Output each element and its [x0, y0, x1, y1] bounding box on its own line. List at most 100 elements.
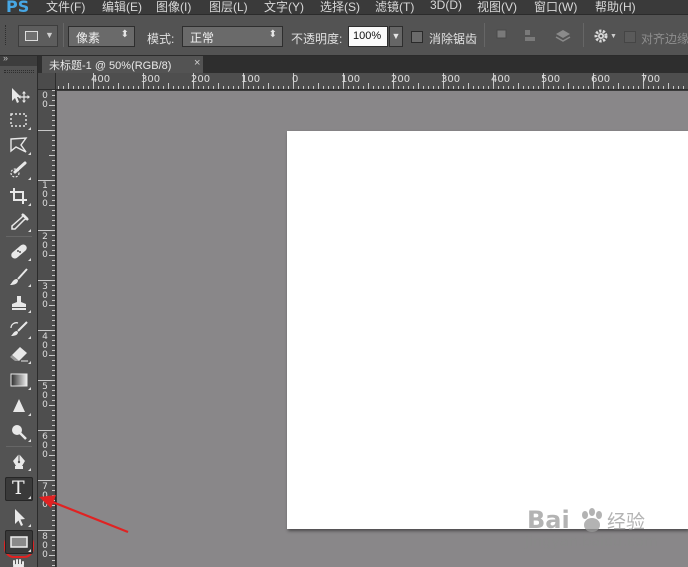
- tool-preset-picker[interactable]: ▼: [18, 25, 58, 47]
- ruler-tick: [248, 86, 249, 89]
- ruler-tick: [103, 86, 104, 89]
- ruler-tick: [308, 86, 309, 89]
- ruler-label: 200: [191, 74, 211, 85]
- ruler-tick: [573, 86, 574, 89]
- menu-filter[interactable]: 滤镜(T): [375, 0, 414, 14]
- ruler-tick: [52, 410, 55, 411]
- ruler-tick: [38, 230, 55, 231]
- clone-stamp-tool[interactable]: [5, 291, 33, 315]
- brush-tool[interactable]: [5, 265, 33, 289]
- tools-panel: » T: [0, 53, 38, 567]
- ruler-tick: [88, 86, 89, 89]
- history-brush-tool[interactable]: [5, 317, 33, 341]
- align-edges-checkbox[interactable]: [624, 31, 636, 43]
- antialias-checkbox[interactable]: [411, 31, 423, 43]
- tool-group-corner-icon: [28, 310, 31, 313]
- ruler-tick: [388, 86, 389, 89]
- ruler-label: 300: [141, 74, 161, 85]
- ruler-tick: [52, 265, 55, 266]
- opacity-dropdown[interactable]: ▼: [389, 26, 403, 47]
- quick-selection-tool[interactable]: [5, 158, 33, 182]
- menu-3d[interactable]: 3D(D): [430, 0, 462, 12]
- ruler-tick: [68, 83, 69, 89]
- ruler-tick: [49, 555, 55, 556]
- ruler-tick: [52, 290, 55, 291]
- gear-icon[interactable]: [592, 27, 610, 45]
- tool-group-corner-icon: [28, 127, 31, 130]
- eyedropper-tool[interactable]: [5, 210, 33, 234]
- ruler-tick: [618, 83, 619, 89]
- horizontal-ruler[interactable]: 400 300 200 100 0 100 200 300 400 500 60…: [56, 73, 688, 90]
- type-t-icon: T: [12, 477, 25, 499]
- close-icon[interactable]: ×: [194, 57, 200, 69]
- menu-image[interactable]: 图像(I): [156, 0, 191, 14]
- ruler-tick: [268, 83, 269, 89]
- ruler-tick: [52, 165, 55, 166]
- antialias-label: 消除锯齿: [429, 32, 478, 46]
- menu-layer[interactable]: 图层(L): [209, 0, 248, 14]
- vertical-ruler[interactable]: 0 0 1 0 0 2 0 0 3 0 0 4 0 0 5 0 0 6 0 0 …: [38, 90, 56, 567]
- ruler-tick: [73, 86, 74, 89]
- ruler-tick: [128, 86, 129, 89]
- menu-type[interactable]: 文字(Y): [264, 0, 304, 14]
- blur-tool[interactable]: [5, 394, 33, 418]
- ruler-tick: [353, 86, 354, 89]
- menu-view[interactable]: 视图(V): [477, 0, 517, 14]
- hand-tool[interactable]: [5, 557, 33, 567]
- ruler-label: 3 0 0: [42, 282, 48, 310]
- ruler-tick: [52, 345, 55, 346]
- opacity-label: 不透明度:: [291, 32, 343, 46]
- document-canvas[interactable]: [287, 131, 688, 529]
- lasso-tool[interactable]: [5, 133, 33, 157]
- ruler-tick: [38, 330, 55, 331]
- menu-file[interactable]: 文件(F): [46, 0, 85, 14]
- pen-tool[interactable]: [5, 449, 33, 473]
- tools-panel-header[interactable]: »: [0, 53, 37, 66]
- document-tab[interactable]: 未标题-1 @ 50%(RGB/8) ×: [42, 56, 203, 73]
- ruler-tick: [38, 530, 55, 531]
- menu-window[interactable]: 窗口(W): [534, 0, 577, 14]
- move-icon: [12, 88, 30, 103]
- crop-tool[interactable]: [5, 184, 33, 208]
- tool-group-corner-icon: [28, 387, 31, 390]
- ruler-tick: [52, 135, 55, 136]
- ruler-tick: [498, 86, 499, 89]
- path-selection-tool[interactable]: [5, 505, 33, 529]
- ruler-tick: [52, 195, 55, 196]
- tools-panel-grip[interactable]: [4, 70, 34, 73]
- gradient-tool[interactable]: [5, 368, 33, 392]
- opacity-input[interactable]: 100%: [348, 26, 388, 47]
- options-bar-grip[interactable]: [5, 25, 8, 45]
- align-edges-label: 对齐边缘: [641, 32, 688, 46]
- ruler-tick: [383, 86, 384, 89]
- ruler-tick: [318, 83, 319, 89]
- tool-group-corner-icon: [28, 549, 31, 552]
- ruler-tick: [52, 535, 55, 536]
- divider: [6, 446, 32, 447]
- rectangle-tool[interactable]: [5, 530, 33, 554]
- ruler-tick: [578, 86, 579, 89]
- path-arrangement-icon[interactable]: [554, 27, 572, 45]
- path-alignment-icon[interactable]: [521, 27, 539, 45]
- healing-brush-tool[interactable]: [5, 239, 33, 263]
- ruler-tick: [503, 86, 504, 89]
- double-chevron-icon[interactable]: »: [3, 53, 8, 63]
- move-tool[interactable]: [5, 83, 33, 107]
- ruler-tick: [433, 86, 434, 89]
- menu-edit[interactable]: 编辑(E): [102, 0, 142, 14]
- baidu-jingyan-watermark-logo: Bai 经验: [527, 506, 645, 534]
- ruler-tick: [38, 480, 55, 481]
- path-operations-icon[interactable]: [493, 27, 511, 45]
- ruler-tick: [448, 86, 449, 89]
- menu-select[interactable]: 选择(S): [320, 0, 360, 14]
- marquee-tool[interactable]: [5, 108, 33, 132]
- eraser-tool[interactable]: [5, 342, 33, 366]
- dodge-tool[interactable]: [5, 420, 33, 444]
- blend-mode-select[interactable]: 正常 ⬍: [182, 26, 283, 47]
- ruler-label: 4 0 0: [42, 332, 48, 360]
- menu-help[interactable]: 帮助(H): [595, 0, 636, 14]
- fill-type-select[interactable]: 像素 ⬍: [68, 26, 135, 47]
- ruler-origin-corner[interactable]: [38, 73, 56, 90]
- ruler-label: 8 0 0: [42, 532, 48, 560]
- type-tool[interactable]: T: [5, 477, 33, 501]
